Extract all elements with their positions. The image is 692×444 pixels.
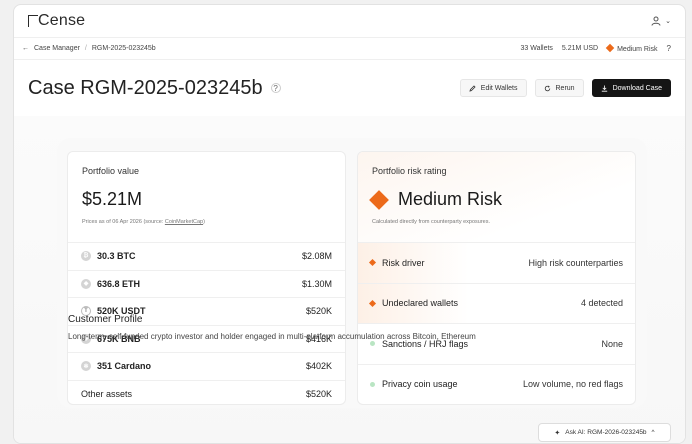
risk-factor-label: Privacy coin usage	[382, 379, 458, 390]
asset-amount: $2.08M	[301, 251, 332, 262]
risk-diamond-icon	[369, 189, 389, 210]
note-suffix: )	[203, 219, 205, 225]
risk-header: Portfolio risk rating Medium Risk Calcul…	[358, 152, 635, 242]
breadcrumb-separator: /	[84, 45, 87, 52]
cardano-icon: ✻	[81, 361, 91, 372]
breadcrumb: ← Case Manager / RGM-2025-023245b	[22, 45, 156, 52]
title-row: Case RGM-2025-023245b ? Edit Wallets Rer…	[14, 60, 685, 116]
risk-rating-card: Portfolio risk rating Medium Risk Calcul…	[357, 151, 636, 405]
asset-row[interactable]: ₿ 30.3 BTC $2.08M	[68, 242, 345, 270]
customer-profile-text: Long-term, self-funded crypto investor a…	[68, 332, 476, 341]
risk-note: Calculated directly from counterparty ex…	[372, 219, 490, 225]
wallet-count: 33 Wallets	[520, 45, 553, 52]
portfolio-value-card: Portfolio value $5.21M Prices as of 06 A…	[67, 151, 346, 405]
risk-value: Medium Risk	[369, 189, 621, 210]
asset-row[interactable]: ✻ 351 Cardano $402K	[68, 352, 345, 380]
risk-factor-label: Risk driver	[382, 257, 425, 268]
sparkle-icon: ✦	[554, 429, 561, 437]
user-menu[interactable]: ⌄	[651, 16, 671, 26]
risk-label: Portfolio risk rating	[372, 166, 447, 176]
edit-wallets-button[interactable]: Edit Wallets	[459, 79, 527, 97]
risk-factor-value: None	[601, 338, 623, 349]
customer-profile-title: Customer Profile	[68, 314, 143, 325]
sub-bar: ← Case Manager / RGM-2025-023245b 33 Wal…	[14, 38, 685, 60]
coinmarketcap-link[interactable]: CoinMarketCap	[165, 219, 203, 225]
asset-amount: $1.30M	[301, 278, 332, 289]
portfolio-header: Portfolio value $5.21M Prices as of 06 A…	[68, 152, 345, 242]
risk-factor-row[interactable]: Sanctions / HRJ flags None	[358, 323, 635, 364]
asset-name: 351 Cardano	[97, 361, 152, 372]
asset-amount: $520K	[305, 306, 332, 317]
logo-mark-icon	[28, 15, 38, 27]
app-window: Cense ⌄ ← Case Manager / RGM-2025-023245…	[13, 4, 686, 444]
risk-factor-row[interactable]: Risk driver High risk counterparties	[358, 242, 635, 283]
asset-row[interactable]: ◆ 636.8 ETH $1.30M	[68, 269, 345, 298]
ask-ai-label: Ask AI: RGM-2026-023245b	[565, 429, 647, 436]
logo-text: Cense	[38, 12, 86, 29]
rerun-label: Rerun	[555, 84, 575, 92]
action-buttons: Edit Wallets Rerun Download Case	[459, 79, 671, 97]
asset-name: 636.8 ETH	[97, 278, 141, 289]
page-title-text: Case RGM-2025-023245b	[28, 76, 263, 99]
edit-wallets-label: Edit Wallets	[480, 84, 518, 92]
other-assets-amount: $520K	[305, 388, 332, 399]
usd-total: 5.21M USD	[561, 45, 599, 52]
user-icon	[651, 16, 661, 26]
content-area: Portfolio value $5.21M Prices as of 06 A…	[14, 116, 685, 443]
pencil-icon	[469, 84, 476, 92]
risk-factor-label: Undeclared wallets	[382, 298, 459, 309]
portfolio-value: $5.21M	[82, 189, 143, 209]
risk-factor-row[interactable]: Privacy coin usage Low volume, no red fl…	[358, 363, 635, 405]
rerun-button[interactable]: Rerun	[534, 79, 584, 97]
portfolio-label: Portfolio value	[82, 166, 140, 176]
ask-ai-button[interactable]: ✦ Ask AI: RGM-2026-023245b ^	[538, 423, 671, 442]
case-stats: 33 Wallets 5.21M USD Medium Risk ?	[520, 43, 671, 53]
warning-diamond-icon	[368, 259, 377, 267]
other-assets-row[interactable]: Other assets $520K	[68, 379, 345, 405]
back-arrow-icon[interactable]: ←	[22, 45, 29, 52]
title-help-icon[interactable]: ?	[270, 83, 281, 93]
download-case-label: Download Case	[612, 84, 662, 92]
risk-factor-value: 4 detected	[580, 298, 623, 309]
ok-dot-icon	[370, 341, 375, 347]
breadcrumb-current: RGM-2025-023245b	[91, 45, 156, 52]
page-title: Case RGM-2025-023245b ?	[28, 77, 281, 100]
risk-diamond-icon	[605, 43, 615, 52]
asset-name: 30.3 BTC	[97, 251, 136, 262]
risk-badge: Medium Risk	[605, 43, 658, 53]
risk-factor-row[interactable]: Undeclared wallets 4 detected	[358, 282, 635, 323]
ethereum-icon: ◆	[81, 278, 91, 289]
note-prefix: Prices as of 06 Apr 2026 (source:	[82, 219, 165, 225]
asset-amount: $402K	[305, 361, 332, 372]
download-icon	[601, 85, 607, 92]
risk-badge-label: Medium Risk	[617, 45, 658, 53]
other-assets-label: Other assets	[81, 388, 133, 399]
risk-value-text: Medium Risk	[398, 189, 503, 209]
logo[interactable]: Cense	[28, 12, 85, 30]
ok-dot-icon	[370, 381, 375, 387]
breadcrumb-root[interactable]: Case Manager	[34, 45, 80, 52]
chevron-down-icon: ⌄	[665, 18, 671, 25]
refresh-icon	[544, 85, 550, 91]
summary-panel: Portfolio value $5.21M Prices as of 06 A…	[57, 138, 647, 408]
download-case-button[interactable]: Download Case	[591, 79, 671, 97]
help-icon[interactable]: ?	[667, 44, 671, 53]
risk-factor-value: Low volume, no red flags	[522, 379, 623, 390]
warning-diamond-icon	[368, 299, 377, 307]
chevron-up-icon: ^	[651, 429, 655, 436]
portfolio-note: Prices as of 06 Apr 2026 (source: CoinMa…	[82, 219, 331, 225]
risk-factor-value: High risk counterparties	[528, 257, 623, 268]
bitcoin-icon: ₿	[81, 251, 91, 262]
top-bar: Cense ⌄	[14, 5, 685, 38]
